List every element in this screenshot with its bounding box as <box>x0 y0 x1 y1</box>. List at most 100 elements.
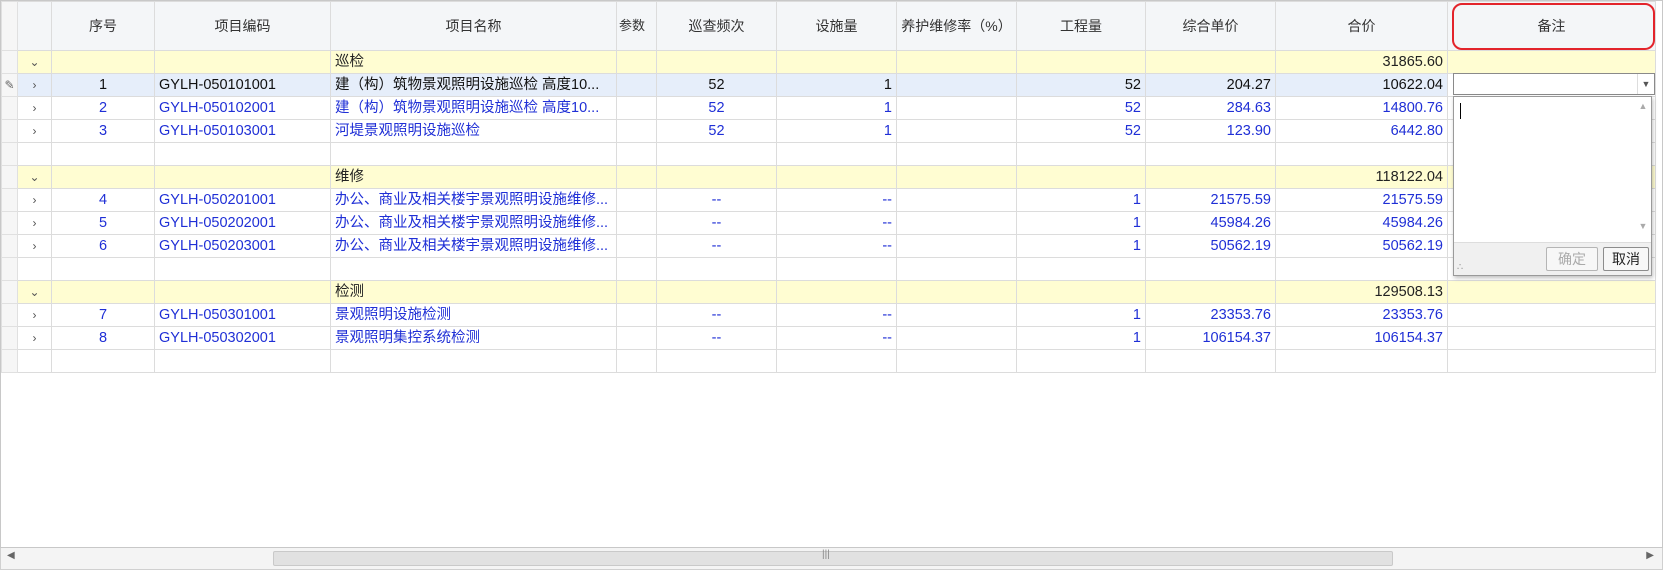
cell-code[interactable]: GYLH-050203001 <box>154 234 331 258</box>
empty-row[interactable] <box>1 349 1656 373</box>
cell-unit-price[interactable]: 123.90 <box>1145 119 1276 143</box>
cell-facility[interactable]: -- <box>776 326 897 350</box>
cell-unit-price[interactable]: 23353.76 <box>1145 303 1276 327</box>
cell-seq[interactable]: 4 <box>51 188 155 212</box>
cell-freq[interactable]: 52 <box>656 119 777 143</box>
horizontal-scrollbar[interactable]: ◀ ||| ▶ <box>0 548 1663 570</box>
cell-name[interactable]: 河堤景观照明设施巡检 <box>330 119 617 143</box>
column-header-total[interactable]: 合价 <box>1275 1 1448 51</box>
cell-freq[interactable]: -- <box>656 303 777 327</box>
row-gutter[interactable] <box>1 50 18 74</box>
column-header-seq[interactable]: 序号 <box>51 1 155 51</box>
cell-qty[interactable]: 52 <box>1016 96 1146 120</box>
cell-total[interactable]: 14800.76 <box>1275 96 1448 120</box>
table-row[interactable]: › 3 GYLH-050103001 河堤景观照明设施巡检 52 1 52 12… <box>1 119 1656 143</box>
cell-qty[interactable]: 52 <box>1016 73 1146 97</box>
row-gutter[interactable] <box>1 280 18 304</box>
scroll-right-icon[interactable]: ▶ <box>1646 550 1654 561</box>
cell-facility[interactable]: -- <box>776 188 897 212</box>
cell-unit-price[interactable]: 204.27 <box>1145 73 1276 97</box>
scrollbar-thumb[interactable]: ||| <box>273 549 1393 566</box>
cell-freq[interactable]: -- <box>656 234 777 258</box>
cell-freq[interactable]: -- <box>656 211 777 235</box>
cell-facility[interactable]: 1 <box>776 73 897 97</box>
cell-seq[interactable]: 6 <box>51 234 155 258</box>
table-row[interactable]: › 7 GYLH-050301001 景观照明设施检测 -- -- 1 2335… <box>1 303 1656 327</box>
remark-textarea[interactable] <box>1458 101 1634 247</box>
column-header-qty[interactable]: 工程量 <box>1016 1 1146 51</box>
column-header-code[interactable]: 项目编码 <box>154 1 331 51</box>
chevron-right-icon[interactable]: › <box>17 211 52 235</box>
cell-total[interactable]: 106154.37 <box>1275 326 1448 350</box>
cell-total[interactable]: 23353.76 <box>1275 303 1448 327</box>
cell-unit-price[interactable]: 45984.26 <box>1145 211 1276 235</box>
group-total[interactable]: 118122.04 <box>1275 165 1448 189</box>
group-name[interactable]: 检测 <box>330 280 617 304</box>
cell-code[interactable]: GYLH-050202001 <box>154 211 331 235</box>
scroll-down-icon[interactable]: ▼ <box>1637 221 1649 231</box>
cell-total[interactable]: 6442.80 <box>1275 119 1448 143</box>
cancel-button[interactable]: 取消 <box>1603 247 1649 271</box>
cell-freq[interactable]: 52 <box>656 96 777 120</box>
cell-seq[interactable]: 5 <box>51 211 155 235</box>
scroll-left-icon[interactable]: ◀ <box>7 550 15 561</box>
chevron-down-icon[interactable]: ⌄ <box>17 280 52 304</box>
cell-freq[interactable]: -- <box>656 188 777 212</box>
cell-facility[interactable]: 1 <box>776 119 897 143</box>
table-row[interactable]: › 2 GYLH-050102001 建（构）筑物景观照明设施巡检 高度10..… <box>1 96 1656 120</box>
cell-qty[interactable]: 1 <box>1016 303 1146 327</box>
cell-code[interactable]: GYLH-050101001 <box>154 73 331 97</box>
resize-grip-icon[interactable]: ∴ <box>1457 262 1463 273</box>
column-header-unit-price[interactable]: 综合单价 <box>1145 1 1276 51</box>
empty-row[interactable] <box>1 257 1656 281</box>
column-header-facility[interactable]: 设施量 <box>776 1 897 51</box>
remark-cell-editor[interactable]: ▼ <box>1453 73 1655 95</box>
cell-facility[interactable]: -- <box>776 211 897 235</box>
table-row[interactable]: › 8 GYLH-050302001 景观照明集控系统检测 -- -- 1 10… <box>1 326 1656 350</box>
chevron-right-icon[interactable]: › <box>17 326 52 350</box>
column-header-param[interactable]: 参数 <box>616 1 657 51</box>
column-header-name[interactable]: 项目名称 <box>330 1 617 51</box>
table-row[interactable]: ✎ › 1 GYLH-050101001 建（构）筑物景观照明设施巡检 高度10… <box>1 73 1656 97</box>
cell-qty[interactable]: 1 <box>1016 188 1146 212</box>
cell-name[interactable]: 办公、商业及相关楼宇景观照明设施维修... <box>330 188 617 212</box>
confirm-button[interactable]: 确定 <box>1546 247 1598 271</box>
group-row-inspection[interactable]: ⌄ 巡检 31865.60 <box>1 50 1656 74</box>
cell-unit-price[interactable]: 106154.37 <box>1145 326 1276 350</box>
chevron-right-icon[interactable]: › <box>17 303 52 327</box>
chevron-right-icon[interactable]: › <box>17 73 52 97</box>
chevron-right-icon[interactable]: › <box>17 188 52 212</box>
cell-facility[interactable]: 1 <box>776 96 897 120</box>
cell-name[interactable]: 建（构）筑物景观照明设施巡检 高度10... <box>330 73 617 97</box>
cell-code[interactable]: GYLH-050102001 <box>154 96 331 120</box>
group-row-repair[interactable]: ⌄ 维修 118122.04 <box>1 165 1656 189</box>
column-header-freq[interactable]: 巡查频次 <box>656 1 777 51</box>
cell-freq[interactable]: 52 <box>656 73 777 97</box>
cell-unit-price[interactable]: 50562.19 <box>1145 234 1276 258</box>
scroll-up-icon[interactable]: ▲ <box>1637 101 1649 111</box>
chevron-right-icon[interactable]: › <box>17 119 52 143</box>
table-row[interactable]: › 4 GYLH-050201001 办公、商业及相关楼宇景观照明设施维修...… <box>1 188 1656 212</box>
cell-code[interactable]: GYLH-050201001 <box>154 188 331 212</box>
cell-total[interactable]: 21575.59 <box>1275 188 1448 212</box>
cell-total[interactable]: 45984.26 <box>1275 211 1448 235</box>
cell-code[interactable]: GYLH-050301001 <box>154 303 331 327</box>
cell-seq[interactable]: 3 <box>51 119 155 143</box>
group-row-testing[interactable]: ⌄ 检测 129508.13 <box>1 280 1656 304</box>
table-row[interactable]: › 6 GYLH-050203001 办公、商业及相关楼宇景观照明设施维修...… <box>1 234 1656 258</box>
cell-seq[interactable]: 2 <box>51 96 155 120</box>
cell-freq[interactable]: -- <box>656 326 777 350</box>
cell-seq[interactable]: 8 <box>51 326 155 350</box>
popup-vertical-scrollbar[interactable]: ▲ ▼ <box>1637 101 1649 243</box>
table-row[interactable]: › 5 GYLH-050202001 办公、商业及相关楼宇景观照明设施维修...… <box>1 211 1656 235</box>
cell-remark[interactable] <box>1447 303 1656 327</box>
chevron-down-icon[interactable]: ⌄ <box>17 165 52 189</box>
cell-name[interactable]: 办公、商业及相关楼宇景观照明设施维修... <box>330 234 617 258</box>
dropdown-arrow-icon[interactable]: ▼ <box>1637 74 1654 94</box>
group-total[interactable]: 31865.60 <box>1275 50 1448 74</box>
column-header-remark[interactable]: 备注 <box>1447 1 1656 51</box>
cell-qty[interactable]: 1 <box>1016 234 1146 258</box>
cell-unit-price[interactable]: 21575.59 <box>1145 188 1276 212</box>
cell-qty[interactable]: 1 <box>1016 211 1146 235</box>
cell-name[interactable]: 景观照明集控系统检测 <box>330 326 617 350</box>
